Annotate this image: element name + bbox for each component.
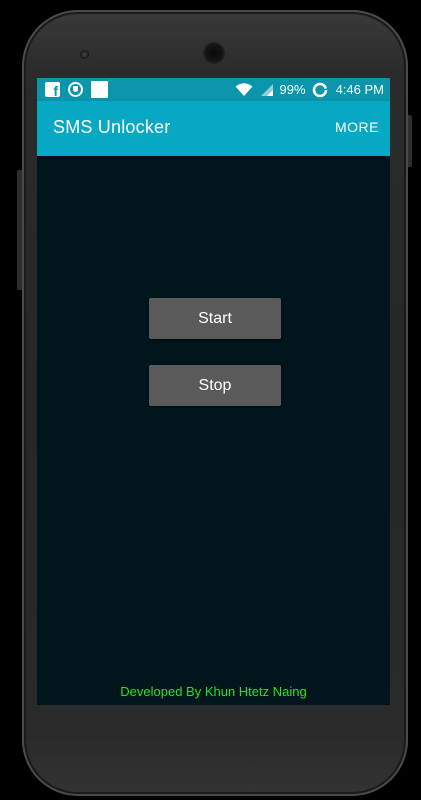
front-camera xyxy=(80,50,89,59)
stop-button[interactable]: Stop xyxy=(149,365,281,406)
system-icons: 99% 4:46 PM xyxy=(235,80,384,99)
status-clock: 4:46 PM xyxy=(335,82,384,97)
status-bar: f 99% 4:46 PM xyxy=(37,78,390,101)
app-title: SMS Unlocker xyxy=(53,117,171,137)
app-toolbar: SMS Unlocker MORE xyxy=(37,101,390,156)
earpiece-speaker xyxy=(203,42,225,64)
wifi-icon xyxy=(235,82,253,96)
blank-notification-icon xyxy=(91,81,108,98)
cell-signal-icon xyxy=(260,83,273,96)
battery-percentage: 99% xyxy=(279,82,306,97)
app-screen: f 99% 4:46 PM SMS Unlocker MORE Start St… xyxy=(37,78,390,705)
more-menu-button[interactable]: MORE xyxy=(335,119,379,135)
start-button[interactable]: Start xyxy=(149,298,281,339)
facebook-icon: f xyxy=(45,82,60,98)
developer-credit: Developed By Khun Htetz Naing xyxy=(120,684,307,699)
battery-ring-icon xyxy=(312,82,327,97)
notification-icons: f xyxy=(45,81,108,98)
shield-icon xyxy=(68,82,83,97)
device-stage: f 99% 4:46 PM SMS Unlocker MORE Start St… xyxy=(0,0,421,800)
